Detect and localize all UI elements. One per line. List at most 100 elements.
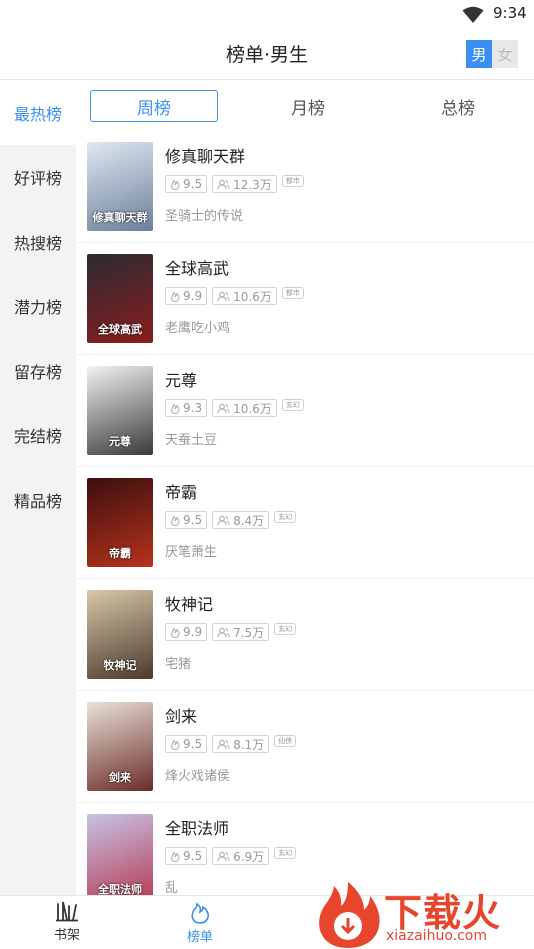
flame-icon: [171, 851, 180, 862]
book-cover[interactable]: 牧神记: [87, 590, 153, 679]
sidebar-item-premium[interactable]: 精品榜: [0, 468, 76, 532]
cover-title: 元尊: [109, 435, 131, 448]
readers-badge: 10.6万: [212, 399, 277, 417]
gender-female-button[interactable]: 女: [492, 40, 518, 68]
nav-rankings[interactable]: 榜单: [160, 900, 240, 946]
book-cover[interactable]: 剑来: [87, 702, 153, 791]
book-row[interactable]: 全球高武 全球高武 9.9 10.6万 都市 老鹰吃小鸡: [76, 243, 534, 355]
book-cover[interactable]: 帝霸: [87, 478, 153, 567]
score-value: 9.5: [183, 849, 203, 863]
score-value: 9.5: [183, 177, 203, 191]
readers-badge: 8.4万: [212, 511, 270, 529]
book-author: 厌笔萧生: [165, 545, 218, 560]
readers-badge: 12.3万: [212, 175, 277, 193]
readers-count: 12.3万: [233, 177, 272, 192]
cover-title: 剑来: [109, 771, 131, 784]
genre-tag: 玄幻: [274, 623, 297, 635]
book-row[interactable]: 剑来 剑来 9.5 8.1万 仙侠 烽火戏诸侯: [76, 691, 534, 803]
readers-count: 10.6万: [233, 401, 272, 416]
readers-badge: 6.9万: [212, 847, 270, 865]
book-cover[interactable]: 修真聊天群: [87, 142, 153, 231]
watermark-url: xiazaihuo.com: [386, 928, 487, 944]
sidebar-item-top-rated[interactable]: 好评榜: [0, 145, 76, 209]
book-row[interactable]: 元尊 元尊 9.3 10.6万 玄幻 天蚕土豆: [76, 355, 534, 467]
book-list: 修真聊天群 修真聊天群 9.5 12.3万 都市 圣骑士的传说 全球高武 全球高武 9.9 10.…: [76, 131, 534, 895]
book-author: 宅猪: [165, 657, 192, 672]
book-title[interactable]: 元尊: [165, 367, 197, 391]
tab-weekly[interactable]: 周榜: [90, 90, 218, 122]
genre-tag: 玄幻: [274, 847, 297, 859]
score-badge: 9.9: [165, 287, 208, 305]
cover-title: 牧神记: [103, 659, 137, 672]
flame-icon: [171, 627, 180, 638]
score-badge: 9.3: [165, 399, 208, 417]
users-icon: [217, 291, 230, 301]
book-author: 天蚕土豆: [165, 433, 218, 448]
book-row[interactable]: 修真聊天群 修真聊天群 9.5 12.3万 都市 圣骑士的传说: [76, 131, 534, 243]
score-value: 9.5: [183, 737, 203, 751]
sidebar-item-retention[interactable]: 留存榜: [0, 339, 76, 403]
readers-count: 7.5万: [233, 625, 265, 640]
flame-icon: [171, 291, 180, 302]
cover-title: 全球高武: [98, 323, 142, 336]
sidebar-item-potential[interactable]: 潜力榜: [0, 274, 76, 338]
book-cover[interactable]: 元尊: [87, 366, 153, 455]
fire-logo-icon: [319, 882, 380, 948]
readers-count: 10.6万: [233, 289, 272, 304]
tab-monthly[interactable]: 月榜: [244, 90, 372, 122]
gender-male-button[interactable]: 男: [466, 40, 492, 68]
book-author: 烽火戏诸侯: [165, 769, 231, 784]
gender-toggle[interactable]: 男 女: [466, 40, 518, 68]
nav-bookshelf-label: 书架: [53, 928, 80, 943]
status-bar: 9:34: [0, 0, 534, 30]
status-time: 9:34: [493, 4, 527, 22]
nav-rankings-label: 榜单: [186, 930, 213, 945]
book-title[interactable]: 修真聊天群: [165, 143, 245, 167]
sidebar-item-hot-search[interactable]: 热搜榜: [0, 210, 76, 274]
title-bar: 榜单·男生 男 女: [0, 30, 534, 80]
genre-tag: 玄幻: [274, 511, 297, 523]
readers-badge: 7.5万: [212, 623, 270, 641]
book-cover[interactable]: 全球高武: [87, 254, 153, 343]
book-meta: 9.5 8.4万 玄幻: [165, 511, 297, 529]
readers-count: 6.9万: [233, 849, 265, 864]
flame-icon: [171, 739, 180, 750]
readers-badge: 8.1万: [212, 735, 270, 753]
readers-count: 8.4万: [233, 513, 265, 528]
book-cover[interactable]: 全职法师: [87, 814, 153, 895]
book-author: 老鹰吃小鸡: [165, 321, 231, 336]
ranking-sidebar: 最热榜 好评榜 热搜榜 潜力榜 留存榜 完结榜 精品榜: [0, 81, 76, 895]
users-icon: [217, 515, 230, 525]
book-title[interactable]: 全职法师: [165, 815, 229, 839]
book-author: 圣骑士的传说: [165, 209, 244, 224]
users-icon: [217, 179, 230, 189]
book-row[interactable]: 牧神记 牧神记 9.9 7.5万 玄幻 宅猪: [76, 579, 534, 691]
book-row[interactable]: 帝霸 帝霸 9.5 8.4万 玄幻厌笔萧生: [76, 467, 534, 579]
tab-all-time[interactable]: 总榜: [394, 90, 522, 122]
cover-title: 全职法师: [98, 883, 142, 895]
sidebar-item-hottest[interactable]: 最热榜: [0, 81, 76, 145]
page-title: 榜单·男生: [225, 44, 309, 66]
book-meta: 9.5 12.3万 都市: [165, 175, 304, 193]
book-title[interactable]: 牧神记: [165, 591, 213, 615]
users-icon: [217, 851, 230, 861]
book-title[interactable]: 帝霸: [165, 479, 197, 503]
book-meta: 9.5 6.9万 玄幻: [165, 847, 297, 865]
flame-icon: [171, 403, 180, 414]
flame-icon: [171, 515, 180, 526]
watermark-logo: 下载火 xiazaihuo.com: [314, 878, 534, 949]
book-meta: 9.3 10.6万 玄幻: [165, 399, 304, 417]
book-title[interactable]: 剑来: [165, 703, 197, 727]
book-author: 乱: [165, 881, 179, 895]
cover-title: 修真聊天群: [92, 211, 148, 224]
score-value: 9.5: [183, 513, 203, 527]
book-meta: 9.9 7.5万 玄幻: [165, 623, 297, 641]
book-title[interactable]: 全球高武: [165, 255, 229, 279]
nav-bookshelf[interactable]: 书架: [27, 900, 107, 946]
flame-icon: [191, 902, 210, 924]
score-badge: 9.5: [165, 847, 208, 865]
score-badge: 9.5: [165, 735, 208, 753]
genre-tag: 都市: [281, 175, 304, 187]
sidebar-item-completed[interactable]: 完结榜: [0, 403, 76, 467]
users-icon: [217, 627, 230, 637]
